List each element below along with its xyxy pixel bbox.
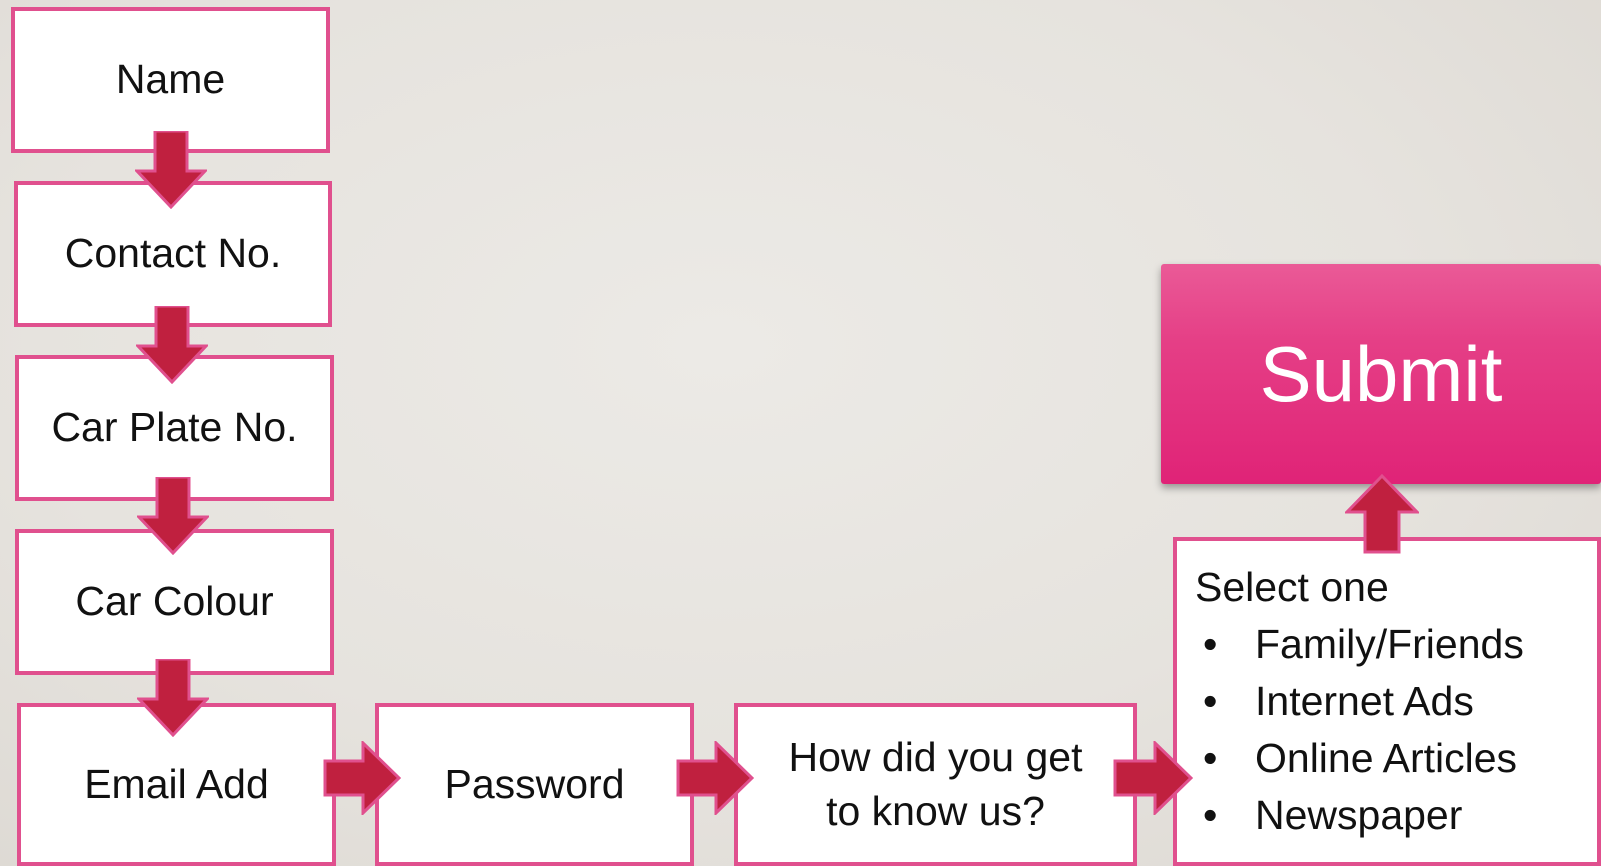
arrow-right-icon xyxy=(676,741,754,815)
password-field-label: Password xyxy=(444,760,625,807)
password-field-box[interactable]: Password xyxy=(375,703,694,866)
option-label: Family/Friends xyxy=(1255,621,1524,667)
arrow-down-icon xyxy=(135,131,207,209)
arrow-up-icon xyxy=(1345,474,1419,554)
bullet-icon: • xyxy=(1203,621,1218,667)
email-field-label: Email Add xyxy=(84,760,269,807)
car-plate-field-label: Car Plate No. xyxy=(51,404,298,451)
select-one-options: • Family/Friends • Internet Ads • Online… xyxy=(1195,616,1597,844)
option-label: Online Articles xyxy=(1255,735,1518,781)
car-colour-field-label: Car Colour xyxy=(75,578,274,625)
option-newspaper[interactable]: • Newspaper xyxy=(1195,787,1597,844)
option-label: Newspaper xyxy=(1255,792,1463,838)
how-heard-line-2: to know us? xyxy=(826,787,1045,834)
select-one-title: Select one xyxy=(1195,564,1389,610)
arrow-down-icon xyxy=(136,306,208,384)
arrow-down-icon xyxy=(137,659,209,737)
name-field-label: Name xyxy=(115,56,226,103)
contact-field-label: Contact No. xyxy=(64,230,282,277)
bullet-icon: • xyxy=(1203,735,1218,781)
how-heard-field-label: How did you get to know us? xyxy=(788,731,1082,838)
bullet-icon: • xyxy=(1203,678,1218,724)
option-online-articles[interactable]: • Online Articles xyxy=(1195,730,1597,787)
arrow-right-icon xyxy=(1113,741,1193,815)
how-heard-line-1: How did you get xyxy=(788,734,1083,781)
select-one-box: Select one • Family/Friends • Internet A… xyxy=(1173,537,1601,866)
bullet-icon: • xyxy=(1203,792,1218,838)
how-heard-field-box[interactable]: How did you get to know us? xyxy=(734,703,1137,866)
option-family-friends[interactable]: • Family/Friends xyxy=(1195,616,1597,673)
arrow-right-icon xyxy=(323,741,401,815)
option-label: Internet Ads xyxy=(1255,678,1474,724)
submit-button[interactable]: Submit xyxy=(1161,264,1601,484)
arrow-down-icon xyxy=(137,477,209,555)
submit-button-label: Submit xyxy=(1259,329,1503,418)
option-internet-ads[interactable]: • Internet Ads xyxy=(1195,673,1597,730)
